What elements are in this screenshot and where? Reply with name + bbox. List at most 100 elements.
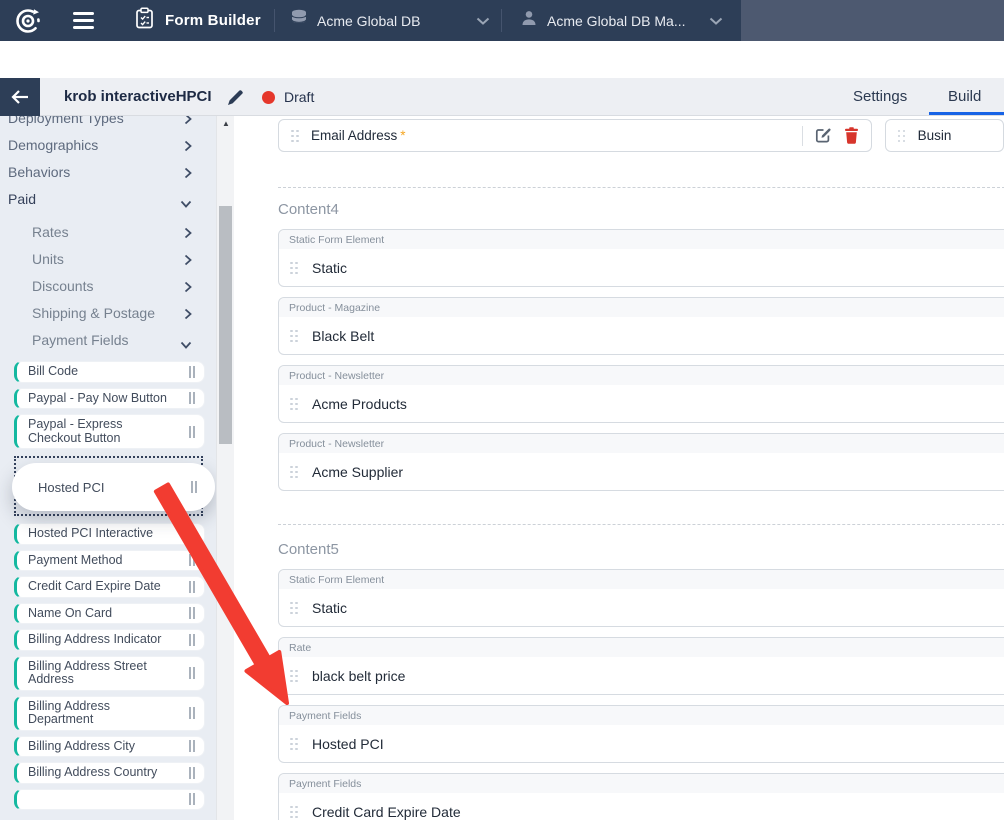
element-body[interactable]: Credit Card Expire Date [279, 793, 1004, 820]
chevron-down-icon [709, 12, 723, 30]
drag-dots-icon[interactable] [290, 330, 297, 342]
status-label: Draft [284, 89, 314, 105]
field-chip-billing-department[interactable]: Billing Address Department [14, 696, 205, 731]
drag-handle-icon[interactable] [189, 366, 195, 378]
chip-label: Billing Address Country [28, 765, 157, 779]
business-field-card-partial[interactable]: Busin [885, 119, 1004, 152]
top-app-bar: Form Builder Acme Global DB Acme Global … [0, 0, 1004, 41]
sidebar-scrollbar[interactable]: ▲ [216, 116, 234, 820]
chip-label: Billing Address Indicator [28, 632, 161, 646]
field-chip-billing-street[interactable]: Billing Address Street Address [14, 656, 205, 691]
field-chip-name-on-card[interactable]: Name On Card [14, 603, 205, 625]
sidebar-item-rates[interactable]: Rates [0, 218, 216, 245]
drag-handle-icon[interactable] [189, 793, 195, 805]
field-chip-billing-indicator[interactable]: Billing Address Indicator [14, 629, 205, 651]
hamburger-menu-icon[interactable] [72, 0, 94, 41]
form-element-card[interactable]: Product - Newsletter Acme Products [278, 365, 1004, 423]
element-type-label: Product - Newsletter [279, 434, 1004, 453]
topbar-divider [501, 9, 502, 32]
database-selector[interactable]: Acme Global DB [290, 0, 420, 41]
form-element-card-hosted-pci[interactable]: Payment Fields Hosted PCI [278, 705, 1004, 763]
field-chip-paypal-express[interactable]: Paypal - Express Checkout Button [14, 414, 205, 449]
field-chip-billing-country[interactable]: Billing Address Country [14, 762, 205, 784]
element-body[interactable]: Acme Products [279, 385, 1004, 422]
scrollbar-up-arrow[interactable]: ▲ [217, 119, 235, 128]
scrollbar-thumb[interactable] [219, 206, 232, 444]
form-element-card[interactable]: Static Form Element Static [278, 229, 1004, 287]
element-type-label: Payment Fields [279, 774, 1004, 793]
drag-dots-icon[interactable] [291, 130, 298, 142]
account-selector-label: Acme Global DB Ma... [547, 13, 686, 29]
form-element-card[interactable]: Static Form Element Static [278, 569, 1004, 627]
active-tab-underline [929, 112, 1004, 115]
drag-handle-icon[interactable] [189, 607, 195, 619]
edit-title-pencil-icon[interactable] [227, 89, 244, 111]
omeda-logo-icon[interactable] [14, 0, 42, 41]
section-title-content5: Content5 [278, 541, 1004, 559]
drag-handle-icon[interactable] [189, 707, 195, 719]
element-label: Hosted PCI [312, 736, 384, 752]
account-selector[interactable]: Acme Global DB Ma... [520, 0, 686, 41]
element-body[interactable]: Static [279, 589, 1004, 626]
sidebar-item-payment-fields[interactable]: Payment Fields [0, 326, 216, 353]
tab-settings[interactable]: Settings [853, 78, 907, 116]
drag-handle-icon[interactable] [189, 581, 195, 593]
form-element-card[interactable]: Rate black belt price [278, 637, 1004, 695]
drag-dots-icon[interactable] [898, 130, 905, 142]
edit-icon[interactable] [815, 127, 832, 144]
field-chip-billing-city[interactable]: Billing Address City [14, 736, 205, 758]
tab-build[interactable]: Build [948, 78, 981, 116]
element-label: Acme Supplier [312, 464, 403, 480]
drag-handle-icon[interactable] [191, 481, 197, 493]
field-chip-paypal-pay-now[interactable]: Paypal - Pay Now Button [14, 388, 205, 410]
field-chip-payment-method[interactable]: Payment Method [14, 550, 205, 572]
chevron-right-icon [184, 253, 192, 269]
field-chip-bill-code[interactable]: Bill Code [14, 361, 205, 383]
form-element-card[interactable]: Product - Newsletter Acme Supplier [278, 433, 1004, 491]
field-chip-hosted-pci-interactive[interactable]: Hosted PCI Interactive [14, 523, 205, 545]
drag-dots-icon[interactable] [290, 806, 297, 818]
trash-icon[interactable] [844, 127, 859, 144]
field-chip-partial[interactable] [14, 789, 205, 810]
sidebar-item-discounts[interactable]: Discounts [0, 272, 216, 299]
element-body[interactable]: Black Belt [279, 317, 1004, 354]
element-label: Static [312, 600, 347, 616]
sidebar-item-units[interactable]: Units [0, 245, 216, 272]
form-element-card[interactable]: Product - Magazine Black Belt [278, 297, 1004, 355]
drag-handle-icon[interactable] [189, 767, 195, 779]
sidebar-item-demographics[interactable]: Demographics [0, 131, 216, 158]
form-element-card[interactable]: Payment Fields Credit Card Expire Date [278, 773, 1004, 820]
element-body[interactable]: Acme Supplier [279, 453, 1004, 490]
sidebar-item-label: Payment Fields [32, 332, 128, 348]
sidebar-item-label: Units [32, 251, 64, 267]
drag-handle-icon[interactable] [189, 554, 195, 566]
drag-handle-icon[interactable] [189, 426, 195, 438]
element-body[interactable]: Hosted PCI [279, 725, 1004, 762]
drag-dots-icon[interactable] [290, 738, 297, 750]
email-address-field-card[interactable]: Email Address * [278, 119, 872, 152]
element-body[interactable]: Static [279, 249, 1004, 286]
chevron-down-icon [180, 336, 192, 352]
sidebar-item-behaviors[interactable]: Behaviors [0, 158, 216, 185]
back-button[interactable] [0, 78, 40, 116]
section-divider [278, 187, 1004, 188]
chevron-right-icon [184, 226, 192, 242]
element-body[interactable]: black belt price [279, 657, 1004, 694]
drag-dots-icon[interactable] [290, 398, 297, 410]
drag-dots-icon[interactable] [290, 602, 297, 614]
drag-handle-icon[interactable] [189, 740, 195, 752]
drag-handle-icon[interactable] [189, 528, 195, 540]
sidebar-item-shipping-postage[interactable]: Shipping & Postage [0, 299, 216, 326]
topbar-right-shade [741, 0, 1004, 41]
drag-handle-icon[interactable] [189, 392, 195, 404]
form-canvas: Email Address * [234, 116, 1004, 820]
field-chip-credit-card-expire[interactable]: Credit Card Expire Date [14, 576, 205, 598]
drag-handle-icon[interactable] [189, 667, 195, 679]
drag-handle-icon[interactable] [189, 634, 195, 646]
sidebar-item-paid[interactable]: Paid [0, 185, 216, 212]
drag-dots-icon[interactable] [290, 670, 297, 682]
drag-dots-icon[interactable] [290, 262, 297, 274]
field-chip-hosted-pci-dragging[interactable]: Hosted PCI [12, 463, 215, 511]
chip-label: Paypal - Pay Now Button [28, 391, 167, 405]
drag-dots-icon[interactable] [290, 466, 297, 478]
